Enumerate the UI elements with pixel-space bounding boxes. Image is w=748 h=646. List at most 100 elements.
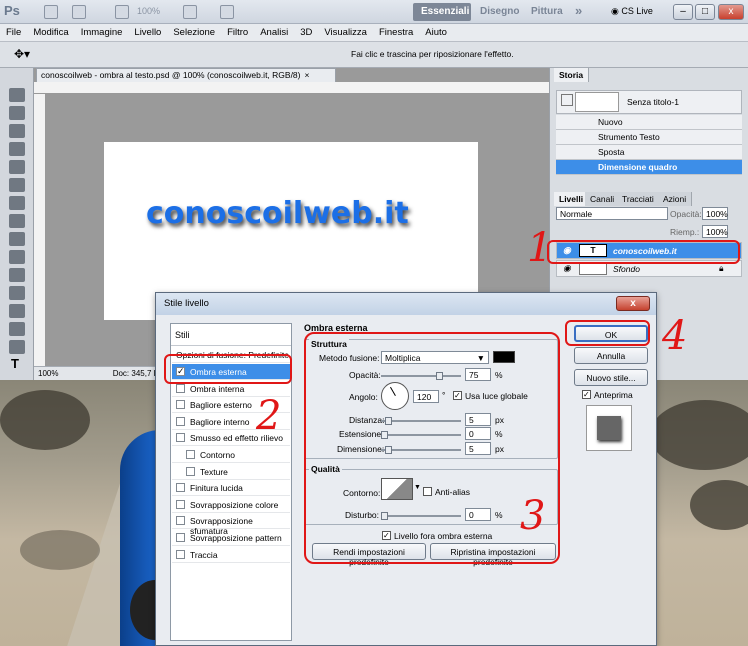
cs-live-button[interactable]: ◉ CS Live [611,6,653,17]
canvas-shadowed-text: conoscoilweb.it [146,196,409,231]
status-zoom[interactable]: 100% [38,369,58,378]
layer-opacity-field[interactable]: 100% [702,207,728,220]
workspace-disegno[interactable]: Disegno [472,3,527,21]
tab-storia[interactable]: Storia [554,68,590,82]
pen-tool-icon[interactable] [9,340,25,354]
menu-filtro[interactable]: Filtro [221,24,254,41]
style-checkbox[interactable] [186,450,195,459]
menu-aiuto[interactable]: Aiuto [419,24,453,41]
style-item[interactable]: Sovrapposizione pattern [172,530,290,546]
blur-tool-icon[interactable] [9,304,25,318]
eyedropper-tool-icon[interactable] [9,178,25,192]
layer-fill-field[interactable]: 100% [702,225,728,238]
style-checkbox[interactable] [176,483,185,493]
lasso-tool-icon[interactable] [9,124,25,138]
history-item[interactable]: Nuovo [556,115,742,130]
style-item-label: Bagliore esterno [190,400,252,411]
history-brush-tool-icon[interactable] [9,250,25,264]
stamp-tool-icon[interactable] [9,232,25,246]
tab-tracciati[interactable]: Tracciati [617,192,660,206]
crop-tool-icon[interactable] [9,160,25,174]
tab-livelli[interactable]: Livelli [554,192,590,206]
style-item[interactable]: Sovrapposizione colore [172,497,290,513]
styles-header[interactable]: Stili [171,324,291,346]
style-item-label: Bagliore interno [190,416,250,427]
close-button[interactable]: x [718,4,744,20]
annotation-ring-2 [164,354,292,384]
menu-selezione[interactable]: Selezione [167,24,221,41]
style-item[interactable]: Texture [172,464,290,480]
history-snapshot[interactable]: Senza titolo-1 [556,90,742,114]
annotation-number-2: 2 [256,393,282,439]
close-tab-icon[interactable]: × [305,70,310,80]
menu-visualizza[interactable]: Visualizza [318,24,373,41]
minimize-button[interactable]: – [673,4,693,20]
history-item[interactable]: Strumento Testo [556,130,742,145]
style-checkbox[interactable] [176,499,185,509]
history-item[interactable]: Sposta [556,145,742,160]
menu-bar: File Modifica Immagine Livello Selezione… [0,24,748,42]
workspace-essenziali[interactable]: Essenziali [413,3,471,21]
style-checkbox[interactable] [186,466,195,476]
menu-modifica[interactable]: Modifica [27,24,74,41]
options-hint: Fai clic e trascina per riposizionare l'… [351,49,514,59]
annotation-number-3: 3 [520,493,546,539]
app-title-bar: Ps 100% Essenziali Disegno Pittura » ◉ C… [0,0,748,24]
healing-tool-icon[interactable] [9,196,25,210]
preview-label: Anteprima [594,390,633,400]
cancel-button[interactable]: Annulla [574,347,648,364]
tab-azioni[interactable]: Azioni [658,192,693,206]
photoshop-logo: Ps [4,3,20,18]
style-item[interactable]: Traccia [172,547,290,563]
tab-canali[interactable]: Canali [585,192,621,206]
bridge-icon[interactable] [44,5,58,19]
style-item-label: Ombra interna [190,383,245,394]
style-checkbox[interactable] [176,433,185,443]
type-tool-icon[interactable]: T [11,356,19,371]
maximize-button[interactable]: □ [695,4,715,20]
menu-livello[interactable]: Livello [128,24,167,41]
style-item-label: Texture [200,466,228,477]
arrange-icon[interactable] [183,5,197,19]
style-item[interactable]: Sovrapposizione sfumatura [172,513,290,536]
gradient-tool-icon[interactable] [9,286,25,300]
marquee-tool-icon[interactable] [9,106,25,120]
zoom-level[interactable]: 100% [137,6,160,16]
move-tool-icon[interactable] [9,88,25,102]
workspace-pittura[interactable]: Pittura [523,3,571,21]
layer-blend-select[interactable]: Normale [556,207,668,220]
more-workspaces-icon[interactable]: » [567,3,590,21]
style-item-label: Finitura lucida [190,483,243,494]
style-preview-box [586,405,632,451]
magic-wand-tool-icon[interactable] [9,142,25,156]
style-item-label: Sovrapposizione pattern [190,533,282,543]
brush-tool-icon[interactable] [9,214,25,228]
menu-file[interactable]: File [0,24,27,41]
move-tool-icon[interactable]: ✥▾ [14,47,30,61]
dodge-tool-icon[interactable] [9,322,25,336]
menu-immagine[interactable]: Immagine [75,24,129,41]
menu-finestra[interactable]: Finestra [373,24,419,41]
eraser-tool-icon[interactable] [9,268,25,282]
eye-icon[interactable]: ◉ [563,263,571,274]
document-tab[interactable]: conoscoilweb - ombra al testo.psd @ 100%… [36,68,336,82]
menu-analisi[interactable]: Analisi [254,24,294,41]
menu-3d[interactable]: 3D [294,24,318,41]
history-item-selected[interactable]: Dimensione quadro [556,160,742,175]
style-checkbox[interactable] [176,533,185,542]
style-checkbox[interactable] [176,516,185,526]
style-checkbox[interactable] [176,383,185,393]
snapshot-thumbnail [575,92,619,112]
style-item[interactable]: Finitura lucida [172,480,290,497]
extras-icon[interactable] [115,5,129,19]
preview-checkbox[interactable]: ✓ [582,390,591,399]
new-style-button[interactable]: Nuovo stile... [574,369,648,386]
dialog-close-button[interactable]: x [616,296,650,311]
screen-mode-icon[interactable] [220,5,234,19]
style-item[interactable]: Contorno [172,447,290,463]
style-checkbox[interactable] [176,416,185,426]
style-checkbox[interactable] [176,549,185,559]
minibridge-icon[interactable] [72,5,86,19]
style-checkbox[interactable] [176,400,185,410]
style-item-label: Sovrapposizione colore [190,499,279,510]
